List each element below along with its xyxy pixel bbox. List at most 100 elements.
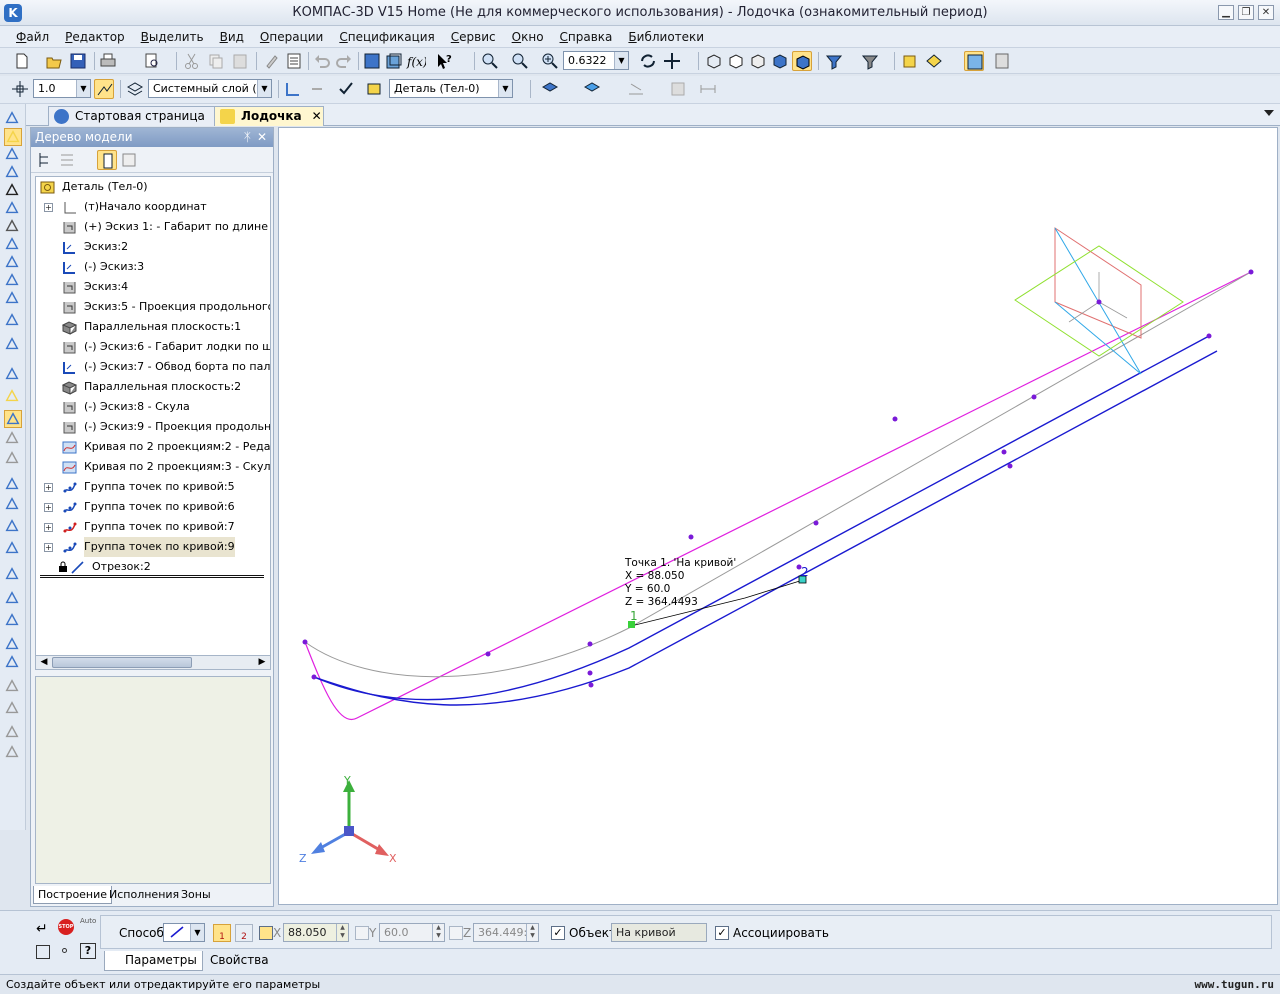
scroll-left-icon[interactable]: ◀ [37,656,51,669]
variables-icon[interactable]: f(x) [406,51,428,71]
tab-properties[interactable]: Свойства [190,951,274,971]
compact-tool-24-icon[interactable] [4,612,22,630]
pan-icon[interactable] [662,51,682,71]
compact-tool-17-icon[interactable] [4,450,22,468]
orientation-icon[interactable] [582,79,602,99]
chevron-down-icon[interactable]: ▼ [76,80,90,97]
tab-zones[interactable]: Зоны [177,886,215,904]
point-2-button[interactable]: 2 [235,924,253,942]
compact-tool-12-icon[interactable] [4,336,22,354]
tab-start-page[interactable]: Стартовая страница [48,106,218,126]
snap-grid-icon[interactable] [36,945,50,959]
method-combo[interactable]: ▼ [163,923,205,942]
tab-parameters[interactable]: Параметры [104,951,203,971]
mass-icon[interactable] [668,79,688,99]
enter-icon[interactable]: ↵ [36,921,48,937]
cut-icon[interactable] [182,51,202,71]
format-brush-icon[interactable] [262,51,282,71]
tab-lodochka[interactable]: Лодочка ✕ [214,106,324,126]
tree-filter-icon[interactable] [119,150,139,170]
expand-icon[interactable]: + [44,523,53,532]
restore-button[interactable]: ❐ [1238,5,1254,20]
zoom-out-icon[interactable] [510,51,530,71]
chevron-down-icon[interactable]: ▼ [257,80,271,97]
expand-icon[interactable]: + [44,503,53,512]
pin-icon[interactable]: ᛡ [244,128,251,147]
hidden-thin-icon[interactable] [748,51,768,71]
print-button[interactable] [98,51,118,71]
close-panel-icon[interactable]: ✕ [257,128,267,147]
step-combo[interactable]: 1.0 ▼ [33,79,91,98]
menu-item-4[interactable]: Операции [252,30,331,44]
compact-tool-4-icon[interactable] [4,182,22,200]
shaded-icon[interactable] [770,51,790,71]
shaded-edges-icon[interactable] [792,51,812,71]
compact-tool-26-icon[interactable] [4,654,22,672]
compact-tool-21-icon[interactable] [4,540,22,558]
measure-icon[interactable] [626,79,646,99]
redo-icon[interactable] [334,51,354,71]
rotate-icon[interactable] [638,51,658,71]
menu-item-1[interactable]: Редактор [57,30,132,44]
zoom-in-icon[interactable] [540,51,560,71]
menu-item-5[interactable]: Спецификация [331,30,442,44]
compact-tool-13-icon[interactable] [4,366,22,384]
minimize-button[interactable]: ▁ [1218,5,1234,20]
tree-structure-icon[interactable] [35,150,55,170]
chevron-down-icon[interactable]: ▼ [190,924,204,941]
menu-item-2[interactable]: Выделить [133,30,212,44]
x-input[interactable]: 88.050 ▲ ▼ [283,923,349,942]
scroll-thumb[interactable] [52,657,192,668]
step-cursor-icon[interactable] [10,79,30,99]
object-field[interactable]: На кривой [611,923,707,942]
compact-tool-18-icon[interactable] [4,476,22,494]
stop-icon[interactable]: STOP [58,919,74,935]
layer-combo[interactable]: Системный слой (0) ▼ [148,79,272,98]
z-spin[interactable]: ▲ ▼ [526,924,538,941]
compact-tool-30-icon[interactable] [4,744,22,762]
z-checkbox[interactable] [449,926,463,940]
filter-icon[interactable] [824,51,844,71]
save-button[interactable] [68,51,88,71]
menu-item-3[interactable]: Вид [212,30,252,44]
library-icon[interactable] [384,51,404,71]
sketch-icon[interactable] [283,79,303,99]
open-document-button[interactable] [44,51,64,71]
compact-tool-20-icon[interactable] [4,518,22,536]
menu-item-0[interactable]: Файл [8,30,57,44]
manager-icon[interactable] [362,51,382,71]
selection-icon[interactable] [860,51,880,71]
compact-tool-23-icon[interactable] [4,590,22,608]
compact-tool-11-icon[interactable] [4,312,22,330]
help-icon[interactable]: ? [80,943,96,959]
compact-tool-10-icon[interactable] [4,290,22,308]
compact-tool-22-icon[interactable] [4,566,22,584]
print-preview-button[interactable] [142,51,162,71]
detail-combo[interactable]: Деталь (Тел-0) ▼ [389,79,513,98]
zoom-window-icon[interactable] [480,51,500,71]
x-spin[interactable]: ▲ ▼ [336,924,348,941]
compact-tool-29-icon[interactable] [4,724,22,742]
paste-icon[interactable] [230,51,250,71]
zoom-combo[interactable]: 0.6322 ▼ [563,51,629,70]
y-checkbox[interactable] [355,926,369,940]
undo-sketch-icon[interactable] [308,79,328,99]
compact-tool-1-icon[interactable] [4,128,22,146]
compact-tool-19-icon[interactable] [4,496,22,514]
z-input[interactable]: 364.449: ▲ ▼ [473,923,539,942]
compact-tool-16-icon[interactable] [4,430,22,448]
compact-tool-0-icon[interactable] [4,110,22,128]
help-pointer-icon[interactable]: ? [434,51,454,71]
compact-tool-14-icon[interactable] [4,388,22,406]
compact-tool-28-icon[interactable] [4,700,22,718]
expand-icon[interactable]: + [44,543,53,552]
check-sketch-icon[interactable] [336,79,356,99]
object-checkbox[interactable]: ✓ [551,926,565,940]
perspective-icon[interactable] [900,51,920,71]
tree-mode-icon[interactable] [97,150,117,170]
compact-tool-27-icon[interactable] [4,678,22,696]
tab-construction[interactable]: Построение [33,886,113,904]
compact-tool-7-icon[interactable] [4,236,22,254]
point-icon[interactable] [62,948,67,953]
compact-tool-15-icon[interactable] [4,410,22,428]
